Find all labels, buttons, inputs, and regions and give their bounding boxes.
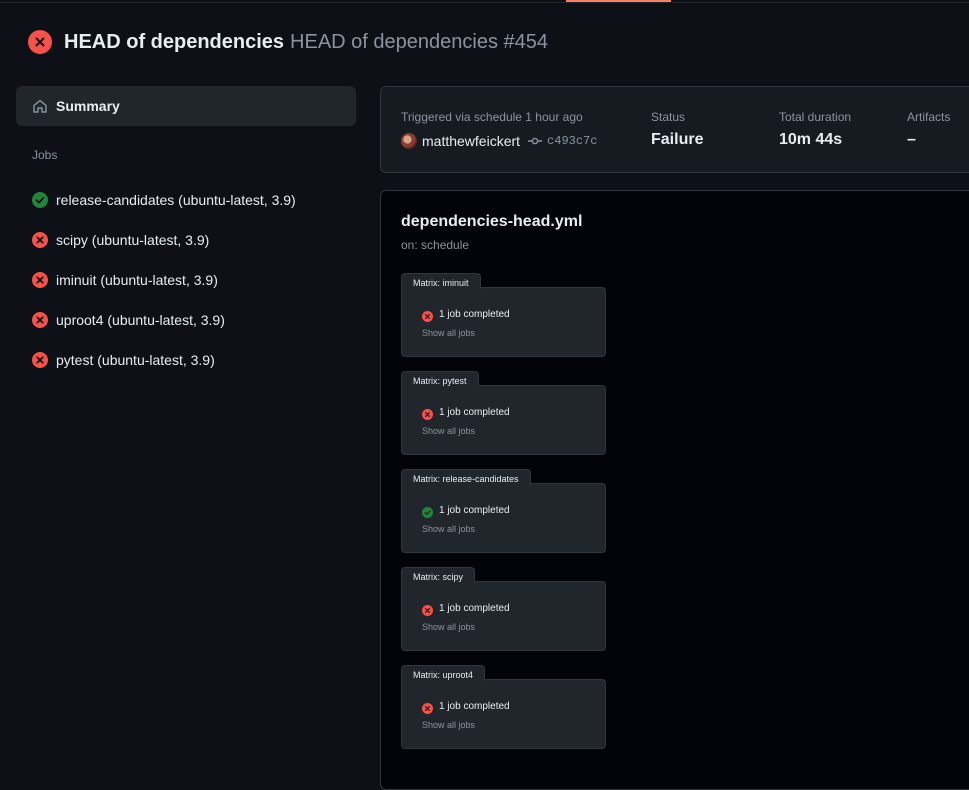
matrix-body: 1 job completed Show all jobs — [401, 287, 606, 357]
sidebar-item-release-candidates[interactable]: release-candidates (ubuntu-latest, 3.9) — [16, 180, 356, 220]
matrix-summary: 1 job completed — [439, 701, 510, 712]
artifacts-value: – — [907, 131, 916, 148]
matrix-iminuit[interactable]: 1 job completed Show all jobs Matrix: im… — [401, 273, 606, 357]
success-check-icon — [32, 192, 48, 208]
run-title: HEAD of dependencies #454 — [290, 30, 549, 53]
failure-x-icon — [32, 352, 48, 368]
failure-x-icon — [422, 701, 433, 714]
actor-link[interactable]: matthewfeickert — [422, 133, 520, 149]
workflow-title: HEAD of dependencies — [64, 30, 285, 53]
artifacts-info: Artifacts – — [907, 110, 950, 149]
job-label: release-candidates (ubuntu-latest, 3.9) — [56, 192, 296, 208]
show-all-jobs-link[interactable]: Show all jobs — [422, 622, 475, 632]
failure-status-icon — [28, 30, 52, 54]
artifacts-label: Artifacts — [907, 110, 951, 124]
commit-link[interactable]: c493c7c — [528, 134, 597, 148]
avatar[interactable] — [401, 133, 417, 149]
sidebar-item-pytest[interactable]: pytest (ubuntu-latest, 3.9) — [16, 340, 356, 380]
failure-x-icon — [32, 232, 48, 248]
matrix-status: 1 job completed — [422, 309, 510, 322]
failure-x-icon — [422, 309, 433, 322]
matrix-tab-label: Matrix: pytest — [401, 371, 479, 387]
matrix-status: 1 job completed — [422, 603, 510, 616]
trigger-info: Triggered via schedule 1 hour ago matthe… — [401, 110, 597, 151]
failure-x-icon — [32, 272, 48, 288]
show-all-jobs-link[interactable]: Show all jobs — [422, 328, 475, 338]
run-header: HEAD of dependencies HEAD of dependencie… — [28, 30, 548, 54]
duration-label: Total duration — [779, 110, 852, 124]
active-tab-indicator — [566, 0, 671, 2]
matrix-body: 1 job completed Show all jobs — [401, 679, 606, 749]
show-all-jobs-link[interactable]: Show all jobs — [422, 720, 475, 730]
workflow-graph-card: dependencies-head.yml on: schedule 1 job… — [380, 190, 969, 790]
matrix-summary: 1 job completed — [439, 407, 510, 418]
matrix-status: 1 job completed — [422, 505, 510, 518]
workflow-trigger: on: schedule — [401, 238, 470, 252]
sidebar-item-scipy[interactable]: scipy (ubuntu-latest, 3.9) — [16, 220, 356, 260]
success-check-icon — [422, 505, 433, 518]
home-icon — [32, 98, 48, 114]
status-info: Status Failure — [651, 110, 703, 149]
sidebar-item-summary[interactable]: Summary — [16, 86, 356, 126]
show-all-jobs-link[interactable]: Show all jobs — [422, 524, 475, 534]
git-commit-icon — [528, 137, 543, 145]
show-all-jobs-link[interactable]: Show all jobs — [422, 426, 475, 436]
matrix-body: 1 job completed Show all jobs — [401, 385, 606, 455]
matrix-scipy[interactable]: 1 job completed Show all jobs Matrix: sc… — [401, 567, 606, 651]
matrix-status: 1 job completed — [422, 407, 510, 420]
matrix-summary: 1 job completed — [439, 603, 510, 614]
job-label: iminuit (ubuntu-latest, 3.9) — [56, 272, 218, 288]
status-value: Failure — [651, 131, 704, 148]
failure-x-icon — [422, 603, 433, 616]
commit-sha: c493c7c — [547, 134, 598, 148]
job-label: pytest (ubuntu-latest, 3.9) — [56, 352, 215, 368]
matrix-summary: 1 job completed — [439, 309, 510, 320]
duration-info: Total duration 10m 44s — [779, 110, 851, 149]
sidebar: Summary Jobs release-candidates (ubuntu-… — [16, 86, 356, 380]
actor-row: matthewfeickert c493c7c — [401, 131, 597, 151]
matrix-body: 1 job completed Show all jobs — [401, 483, 606, 553]
top-border — [0, 0, 969, 3]
matrix-uproot4[interactable]: 1 job completed Show all jobs Matrix: up… — [401, 665, 606, 749]
matrix-body: 1 job completed Show all jobs — [401, 581, 606, 651]
job-list: release-candidates (ubuntu-latest, 3.9) … — [16, 180, 356, 380]
matrix-summary: 1 job completed — [439, 505, 510, 516]
matrix-tab-label: Matrix: iminuit — [401, 273, 481, 289]
sidebar-item-iminuit[interactable]: iminuit (ubuntu-latest, 3.9) — [16, 260, 356, 300]
status-label: Status — [651, 110, 686, 124]
triggered-label: Triggered via schedule 1 hour ago — [401, 110, 583, 124]
matrix-tab-label: Matrix: release-candidates — [401, 469, 531, 485]
matrix-tab-label: Matrix: uproot4 — [401, 665, 486, 681]
sidebar-item-uproot4[interactable]: uproot4 (ubuntu-latest, 3.9) — [16, 300, 356, 340]
failure-x-icon — [32, 312, 48, 328]
jobs-heading: Jobs — [32, 148, 58, 162]
failure-x-icon — [422, 407, 433, 420]
matrix-status: 1 job completed — [422, 701, 510, 714]
job-label: uproot4 (ubuntu-latest, 3.9) — [56, 312, 225, 328]
job-label: scipy (ubuntu-latest, 3.9) — [56, 232, 210, 248]
matrix-release-candidates[interactable]: 1 job completed Show all jobs Matrix: re… — [401, 469, 606, 553]
workflow-file-name[interactable]: dependencies-head.yml — [401, 213, 582, 231]
summary-label: Summary — [56, 98, 120, 114]
matrix-pytest[interactable]: 1 job completed Show all jobs Matrix: py… — [401, 371, 606, 455]
matrix-tab-label: Matrix: scipy — [401, 567, 476, 583]
duration-value: 10m 44s — [779, 131, 843, 148]
run-info-card: Triggered via schedule 1 hour ago matthe… — [380, 86, 969, 173]
